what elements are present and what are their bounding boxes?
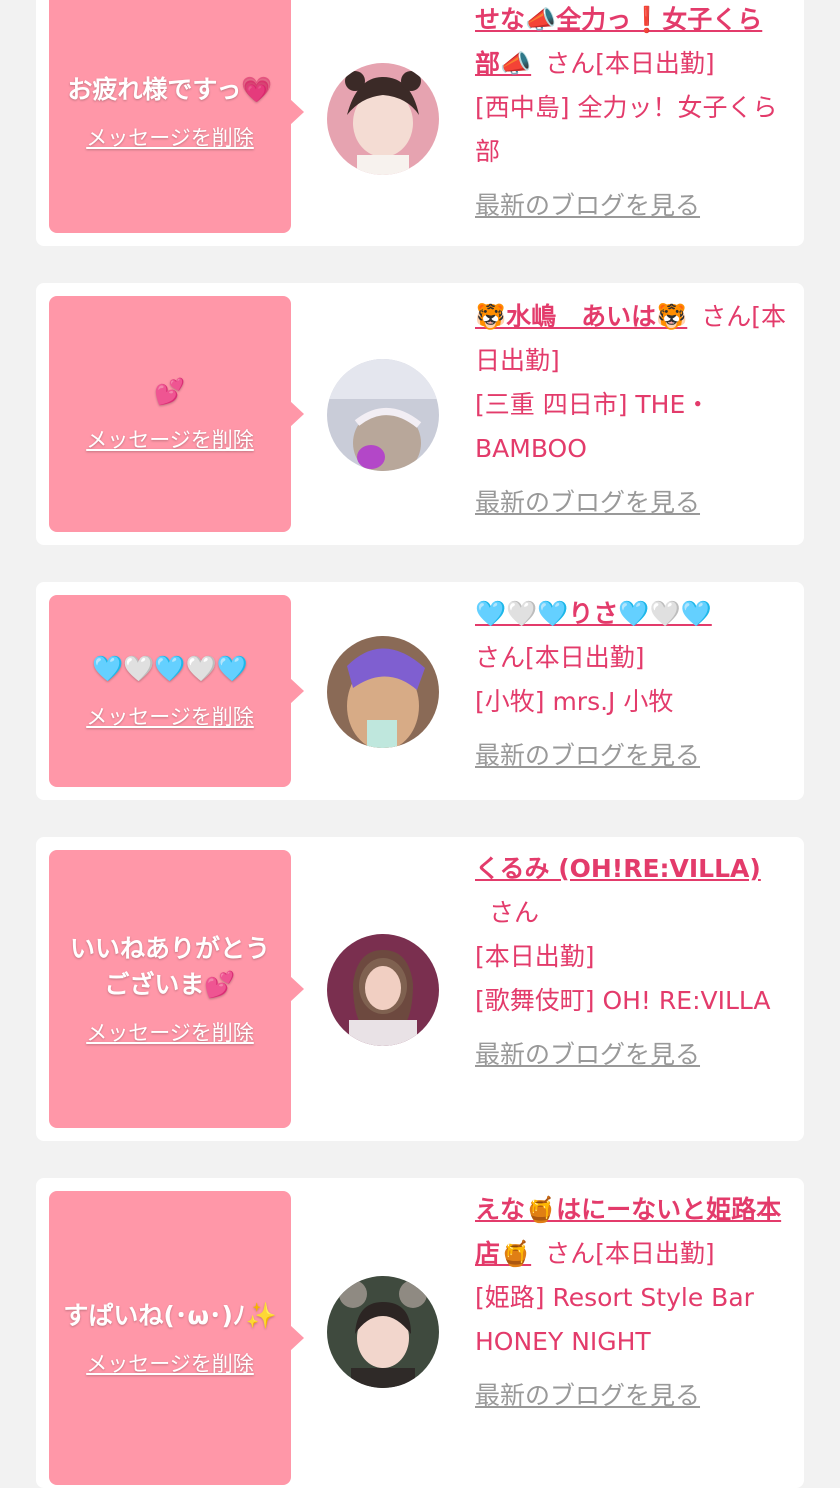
delete-message-link[interactable]: メッセージを削除 xyxy=(86,122,254,152)
avatar[interactable] xyxy=(327,359,439,471)
latest-blog-link[interactable]: 最新のブログを見る xyxy=(475,1033,700,1077)
avatar-photo-icon xyxy=(327,1276,439,1388)
delete-message-link[interactable]: メッセージを削除 xyxy=(86,1348,254,1378)
cast-info: くるみ (OH!RE:VILLA) さん [本日出勤] [歌舞伎町] OH! RE… xyxy=(475,847,787,1077)
cast-name-link[interactable]: 🩵🤍🩵りさ🩵🤍🩵 xyxy=(475,599,712,628)
avatar-photo-icon xyxy=(327,934,439,1046)
message-card: お疲れ様ですっ💗 メッセージを削除 せな📣全力っ❗️女子くら部📣 さん[本日出勤]… xyxy=(36,0,804,246)
delete-message-link[interactable]: メッセージを削除 xyxy=(86,1017,254,1047)
latest-blog-link[interactable]: 最新のブログを見る xyxy=(475,734,700,778)
avatar[interactable] xyxy=(327,1276,439,1388)
cast-name-link[interactable]: 🐯水嶋 あいは🐯 xyxy=(475,302,687,331)
avatar[interactable] xyxy=(327,63,439,175)
avatar[interactable] xyxy=(327,636,439,748)
honorific: さん xyxy=(701,302,752,331)
message-text: すぱいね(･ω･)ﾉ✨ xyxy=(63,1301,277,1330)
message-text: お疲れ様ですっ💗 xyxy=(67,74,273,104)
delete-message-link[interactable]: メッセージを削除 xyxy=(86,424,254,454)
message-card: いいねありがとうございま💕 メッセージを削除 くるみ (OH!RE:VILLA)… xyxy=(36,837,804,1141)
avatar-photo-icon xyxy=(327,359,439,471)
message-text: いいねありがとうございま💕 xyxy=(69,934,270,999)
message-bubble: いいねありがとうございま💕 メッセージを削除 xyxy=(49,850,304,1128)
message-bubble: お疲れ様ですっ💗 メッセージを削除 xyxy=(49,0,304,233)
avatar[interactable] xyxy=(327,934,439,1046)
shop-name: [小牧] mrs.J 小牧 xyxy=(475,687,674,716)
message-bubble: すぱいね(･ω･)ﾉ✨ メッセージを削除 xyxy=(49,1191,304,1485)
message-text: 💕 xyxy=(154,377,186,406)
shop-name: [歌舞伎町] OH! RE:VILLA xyxy=(475,986,771,1015)
honorific: さん xyxy=(545,49,596,78)
shop-name: [西中島] 全力ッ！女子くら部 xyxy=(475,93,778,166)
message-card: 🩵🤍🩵🤍🩵 メッセージを削除 🩵🤍🩵りさ🩵🤍🩵 さん[本日出勤] [小牧] mr… xyxy=(36,582,804,800)
avatar-photo-icon xyxy=(327,63,439,175)
latest-blog-link[interactable]: 最新のブログを見る xyxy=(475,184,700,228)
message-card: すぱいね(･ω･)ﾉ✨ メッセージを削除 えな🍯はにーないと姫路本店🍯 さん[本日… xyxy=(36,1178,804,1488)
cast-name-link[interactable]: くるみ (OH!RE:VILLA) xyxy=(475,854,761,883)
message-bubble: 💕 メッセージを削除 xyxy=(49,296,304,532)
latest-blog-link[interactable]: 最新のブログを見る xyxy=(475,481,700,525)
latest-blog-link[interactable]: 最新のブログを見る xyxy=(475,1374,700,1418)
honorific: さん xyxy=(545,1239,596,1268)
message-bubble: 🩵🤍🩵🤍🩵 メッセージを削除 xyxy=(49,595,304,787)
cast-info: 🩵🤍🩵りさ🩵🤍🩵 さん[本日出勤] [小牧] mrs.J 小牧 最新のブログを見… xyxy=(475,592,787,778)
work-status: [本日出勤] xyxy=(595,1239,715,1268)
cast-info: えな🍯はにーないと姫路本店🍯 さん[本日出勤] [姫路] Resort Style… xyxy=(475,1188,787,1418)
shop-name: [姫路] Resort Style Bar HONEY NIGHT xyxy=(475,1283,754,1356)
honorific: さん xyxy=(489,898,540,927)
cast-info: 🐯水嶋 あいは🐯 さん[本日出勤] [三重 四日市] THE・BAMBOO 最新の… xyxy=(475,295,787,525)
message-card: 💕 メッセージを削除 🐯水嶋 あいは🐯 さん[本日出勤] [三重 四日市] THE… xyxy=(36,283,804,545)
message-text: 🩵🤍🩵🤍🩵 xyxy=(92,654,248,683)
work-status: [本日出勤] xyxy=(475,942,595,971)
delete-message-link[interactable]: メッセージを削除 xyxy=(86,701,254,731)
avatar-photo-icon xyxy=(327,636,439,748)
work-status: [本日出勤] xyxy=(595,49,715,78)
work-status: [本日出勤] xyxy=(525,643,645,672)
honorific: さん xyxy=(475,643,526,672)
shop-name: [三重 四日市] THE・BAMBOO xyxy=(475,390,711,463)
cast-info: せな📣全力っ❗️女子くら部📣 さん[本日出勤] [西中島] 全力ッ！女子くら部 最… xyxy=(475,0,787,228)
